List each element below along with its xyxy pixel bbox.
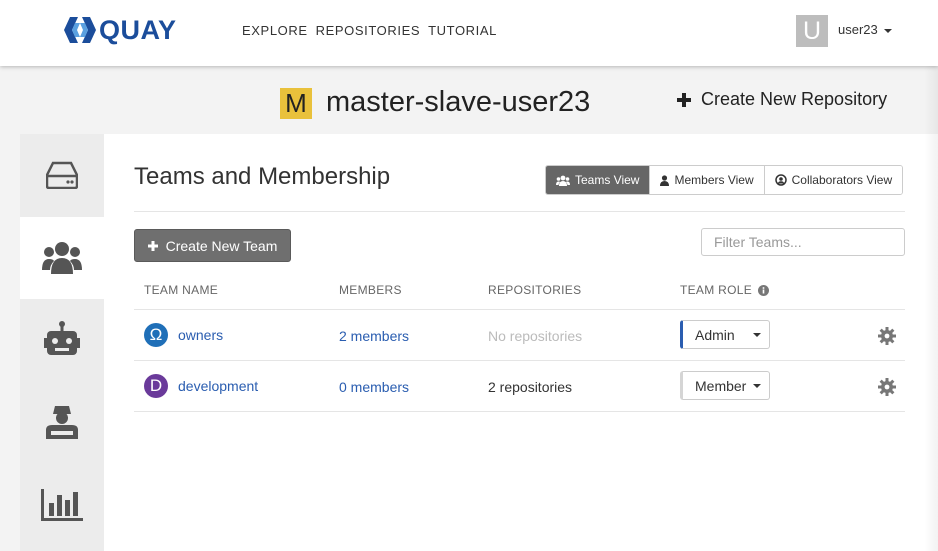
header-team-role-label: TEAM ROLE [680, 283, 753, 297]
teams-view-button[interactable]: Teams View [546, 166, 650, 194]
user-name: user23 [838, 22, 878, 37]
quay-logo[interactable]: QUAY [64, 14, 177, 46]
team-repositories: 2 repositories [488, 379, 573, 395]
gear-icon[interactable] [878, 378, 896, 396]
robot-icon [44, 321, 80, 355]
user-icon [660, 174, 670, 186]
header-repositories: REPOSITORIES [488, 283, 582, 297]
team-name-link[interactable]: owners [178, 327, 223, 343]
plus-icon [677, 92, 691, 107]
quay-logo-icon [64, 17, 96, 43]
info-icon[interactable] [758, 284, 770, 296]
team-repositories: No repositories [488, 328, 583, 344]
sidebar [20, 134, 104, 551]
nav-explore[interactable]: EXPLORE [242, 23, 308, 38]
members-view-label: Members View [674, 173, 754, 187]
sidebar-tab-robots[interactable] [20, 299, 104, 381]
team-avatar: Ω [144, 323, 168, 347]
plus-icon [147, 240, 158, 251]
user-secret-icon [46, 406, 78, 439]
bar-chart-icon [41, 489, 83, 521]
user-avatar[interactable]: U [796, 15, 828, 47]
header-team-name: TEAM NAME [144, 283, 219, 297]
members-view-button[interactable]: Members View [649, 166, 764, 194]
header-members: MEMBERS [339, 283, 402, 297]
sidebar-tab-repositories[interactable] [20, 134, 104, 216]
collaborators-view-label: Collaborators View [791, 173, 893, 187]
hard-drive-icon [46, 161, 78, 189]
view-switcher: Teams View Members View Collaborators Vi… [545, 165, 904, 195]
teams-content: Teams and Membership Teams View Members … [134, 134, 905, 551]
section-title: Teams and Membership [134, 163, 391, 190]
team-members-link[interactable]: 0 members [339, 379, 409, 395]
sidebar-tab-teams[interactable] [20, 217, 104, 299]
user-circle-icon [774, 174, 787, 186]
main-nav: EXPLORE REPOSITORIES TUTORIAL [242, 23, 497, 38]
collaborators-view-button[interactable]: Collaborators View [763, 166, 903, 194]
chevron-down-icon [883, 28, 892, 33]
chevron-down-icon [753, 333, 761, 337]
nav-repositories[interactable]: REPOSITORIES [316, 23, 420, 38]
users-icon [42, 242, 82, 274]
header-team-role: TEAM ROLE [680, 283, 770, 297]
page-edge-shadow [924, 66, 938, 551]
team-role-dropdown[interactable]: Admin [680, 320, 770, 349]
create-repository-label: Create New Repository [701, 89, 888, 109]
section-divider [134, 211, 905, 212]
table-header-divider [134, 309, 905, 310]
sidebar-tab-default-permissions[interactable] [20, 381, 104, 463]
team-role-value: Admin [695, 326, 735, 343]
filter-teams-input[interactable] [701, 228, 905, 256]
namespace-title: master-slave-user23 [326, 86, 591, 118]
users-icon [556, 175, 570, 186]
team-members-link[interactable]: 2 members [339, 328, 409, 344]
gear-icon[interactable] [878, 327, 896, 345]
organization-panel: Teams and Membership Teams View Members … [20, 134, 938, 551]
nav-tutorial[interactable]: TUTORIAL [428, 23, 497, 38]
team-role-value: Member [695, 377, 747, 394]
row-divider [134, 360, 905, 361]
namespace-avatar: M [280, 88, 312, 119]
create-repository-link[interactable]: Create New Repository [677, 89, 887, 110]
logo-text: QUAY [99, 14, 177, 45]
chevron-down-icon [753, 384, 761, 388]
teams-view-label: Teams View [575, 173, 640, 187]
team-role-dropdown[interactable]: Member [680, 371, 770, 400]
user-menu[interactable]: user23 [838, 22, 892, 37]
top-navbar: QUAY EXPLORE REPOSITORIES TUTORIAL U use… [0, 0, 938, 66]
create-team-label: Create New Team [165, 237, 278, 254]
sidebar-tab-usage-logs[interactable] [20, 464, 104, 546]
team-name-link[interactable]: development [178, 378, 258, 394]
create-team-button[interactable]: Create New Team [134, 229, 291, 262]
team-avatar: D [144, 374, 168, 398]
row-divider [134, 411, 905, 412]
